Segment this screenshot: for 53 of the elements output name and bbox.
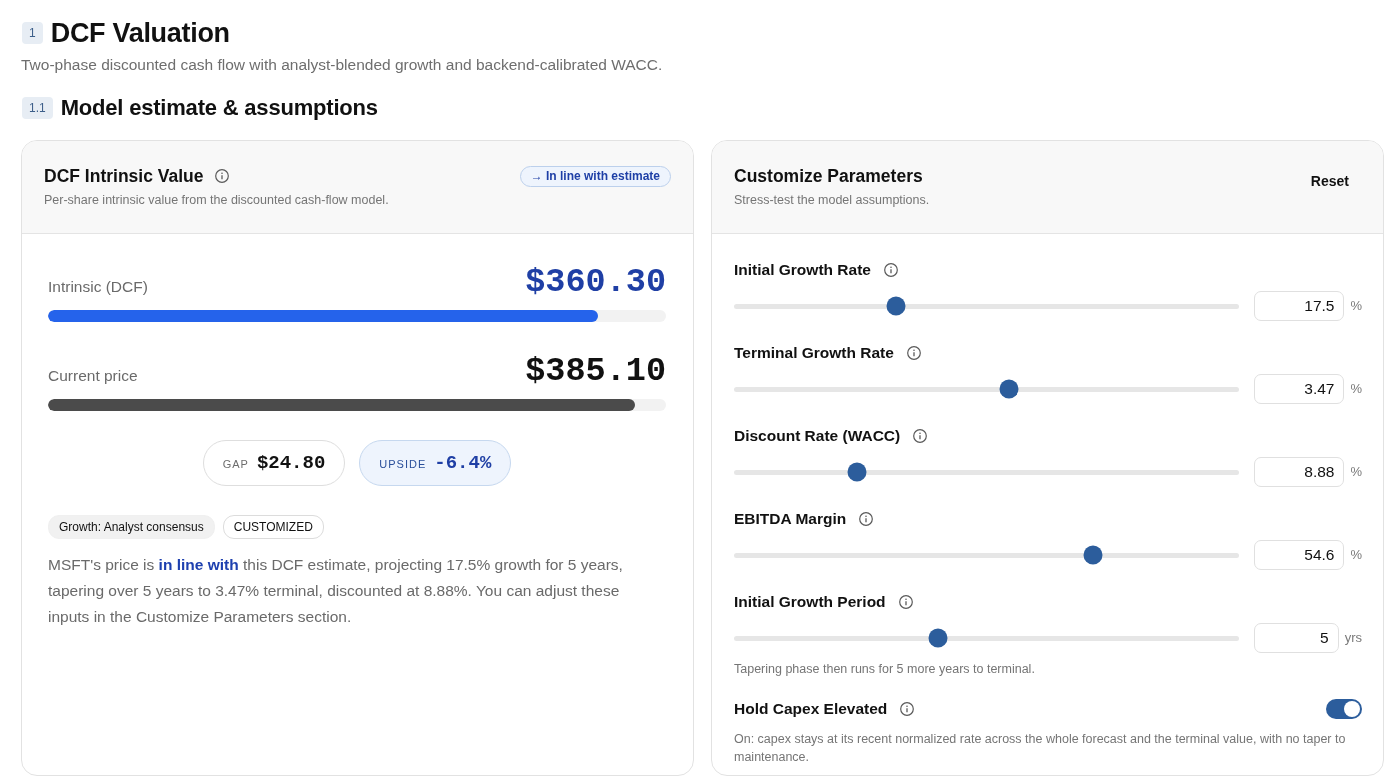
slider-thumb[interactable] [928, 628, 947, 648]
stat-value: $24.80 [256, 450, 326, 476]
unit-label: % [1350, 380, 1362, 399]
card-title: DCF Intrinsic Value [44, 165, 204, 188]
card-subtitle: Per-share intrinsic value from the discounted cash-flow model. [44, 192, 390, 209]
metric-value: $360.30 [525, 262, 666, 302]
number-input[interactable]: 3.47 [1254, 374, 1345, 404]
slider-thumb[interactable] [886, 296, 906, 316]
helper-text: Tapering phase then runs for 5 more years to terminal. [734, 661, 1036, 678]
stat-label: GAP [222, 457, 249, 473]
status-pill: → In line with estimate [519, 165, 671, 187]
metric-label: Current price [48, 366, 138, 386]
metric-value: $385.10 [525, 351, 666, 391]
unit-label: yrs [1344, 629, 1362, 648]
info-icon[interactable] [883, 263, 898, 277]
unit-label: % [1350, 297, 1362, 316]
slider-thumb[interactable] [999, 379, 1019, 399]
number-input[interactable]: 54.6 [1254, 540, 1345, 570]
parameter-label: Terminal Growth Rate [734, 343, 894, 363]
info-icon[interactable] [898, 595, 913, 609]
summary-text: MSFT's price is in line with this DCF estimate, projecting 17.5% growth for 5 years, tapering over 5 years to 3.47% terminal, discounted at 8.88%. You can adjust these inputs in the Customize Parameters section. [48, 555, 624, 627]
page-subtitle: Two-phase discounted cash flow with analyst-blended growth and backend-calibrated WACC. [21, 55, 664, 75]
metric-label: Intrinsic (DCF) [48, 277, 148, 297]
section-title: Model estimate & assumptions [60, 94, 378, 122]
stat-value: -6.4% [434, 450, 492, 476]
slider-thumb[interactable] [847, 462, 867, 482]
parameter-label: EBITDA Margin [734, 509, 847, 529]
toggle-switch[interactable] [1326, 699, 1362, 719]
section-number: 1 [22, 22, 43, 44]
unit-label: % [1350, 463, 1362, 482]
parameter-label: Discount Rate (WACC) [734, 426, 901, 446]
card-title: Customize Parameters [734, 165, 924, 188]
info-icon[interactable] [215, 169, 230, 183]
reset-button[interactable]: Reset [1298, 168, 1361, 195]
info-icon[interactable] [859, 512, 874, 526]
page-title: DCF Valuation [50, 17, 230, 49]
parameter-label: Initial Growth Rate [734, 260, 871, 280]
tag-chip: CUSTOMIZED [222, 515, 324, 539]
number-input[interactable]: 8.88 [1254, 457, 1345, 487]
tag-chip: Growth: Analyst consensus [48, 515, 215, 539]
info-icon[interactable] [906, 346, 921, 360]
info-icon[interactable] [913, 429, 928, 443]
stat-label: UPSIDE [379, 457, 427, 473]
unit-label: % [1350, 546, 1362, 565]
number-input[interactable]: 17.5 [1254, 291, 1345, 321]
parameter-label: Initial Growth Period [734, 592, 886, 612]
card-subtitle: Stress-test the model assumptions. [734, 192, 930, 209]
info-icon[interactable] [900, 702, 915, 716]
parameter-label: Hold Capex Elevated [734, 699, 888, 719]
slider-thumb[interactable] [1083, 545, 1103, 565]
section-number: 1.1 [22, 97, 53, 119]
number-input[interactable]: 5 [1254, 623, 1339, 653]
helper-text: On: capex stays at its recent normalized rate across the whole forecast and the terminal value, with no taper to maintenance. [734, 731, 1347, 766]
